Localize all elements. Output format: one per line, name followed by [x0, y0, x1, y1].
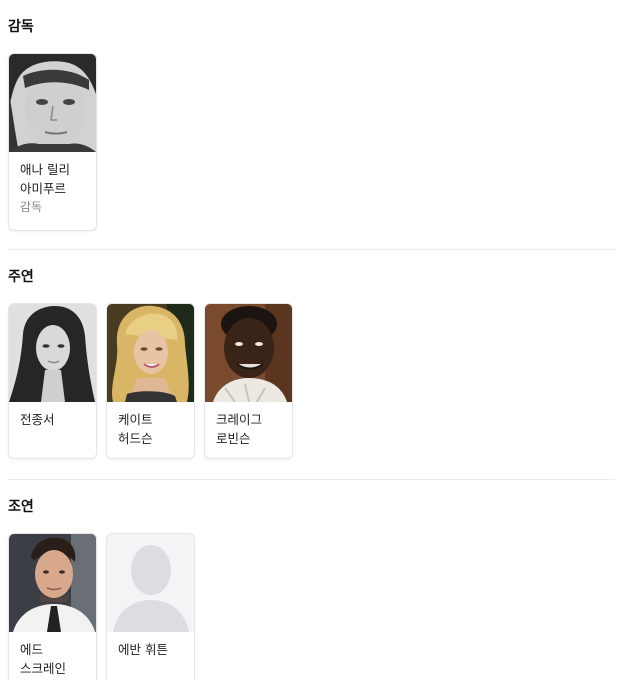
person-info: 크레이그 로빈슨 [205, 402, 292, 458]
person-name: 에드 스크레인 [20, 642, 67, 676]
section-director: 감독 애나 릴리 아미푸르 감독 [8, 18, 615, 231]
person-info: 애나 릴리 아미푸르 감독 [9, 152, 96, 230]
person-name: 에반 휘튼 [118, 642, 168, 657]
person-photo [9, 304, 96, 402]
section-title: 주연 [8, 269, 34, 285]
card-list: 에드 스크레인 에반 휘튼 [8, 533, 195, 680]
person-photo [107, 304, 194, 402]
section-supporting-cast: 조연 에드 스크레인 에반 휘튼 [8, 498, 615, 680]
person-card[interactable]: 애나 릴리 아미푸르 감독 [8, 53, 97, 231]
person-card[interactable]: 크레이그 로빈슨 [204, 303, 293, 459]
placeholder-silhouette-icon [107, 534, 194, 632]
card-list: 애나 릴리 아미푸르 감독 [8, 53, 97, 231]
section-title: 감독 [8, 19, 34, 35]
person-name: 크레이그 로빈슨 [216, 412, 263, 446]
person-photo [9, 534, 96, 632]
section-lead-cast: 주연 전종서 케이트 허드슨 크레이그 로빈슨 [8, 268, 615, 459]
person-info: 에드 스크레인 [9, 632, 96, 680]
section-divider [8, 479, 615, 480]
person-card[interactable]: 케이트 허드슨 [106, 303, 195, 459]
person-card[interactable]: 에반 휘튼 [106, 533, 195, 680]
cast-crew-page: 감독 애나 릴리 아미푸르 감독 주연 전종서 케이트 허드슨 크레이그 로빈슨… [0, 0, 617, 680]
person-name: 애나 릴리 아미푸르 [20, 162, 70, 196]
person-role: 감독 [20, 200, 43, 214]
person-photo [9, 54, 96, 152]
person-info: 에반 휘튼 [107, 632, 194, 680]
person-info: 케이트 허드슨 [107, 402, 194, 458]
person-name: 전종서 [20, 412, 55, 427]
person-photo [205, 304, 292, 402]
person-card[interactable]: 에드 스크레인 [8, 533, 97, 680]
section-title: 조연 [8, 499, 34, 515]
person-card[interactable]: 전종서 [8, 303, 97, 459]
person-name: 케이트 허드슨 [118, 412, 153, 446]
section-divider [8, 249, 615, 250]
person-info: 전종서 [9, 402, 96, 458]
card-list: 전종서 케이트 허드슨 크레이그 로빈슨 [8, 303, 293, 459]
